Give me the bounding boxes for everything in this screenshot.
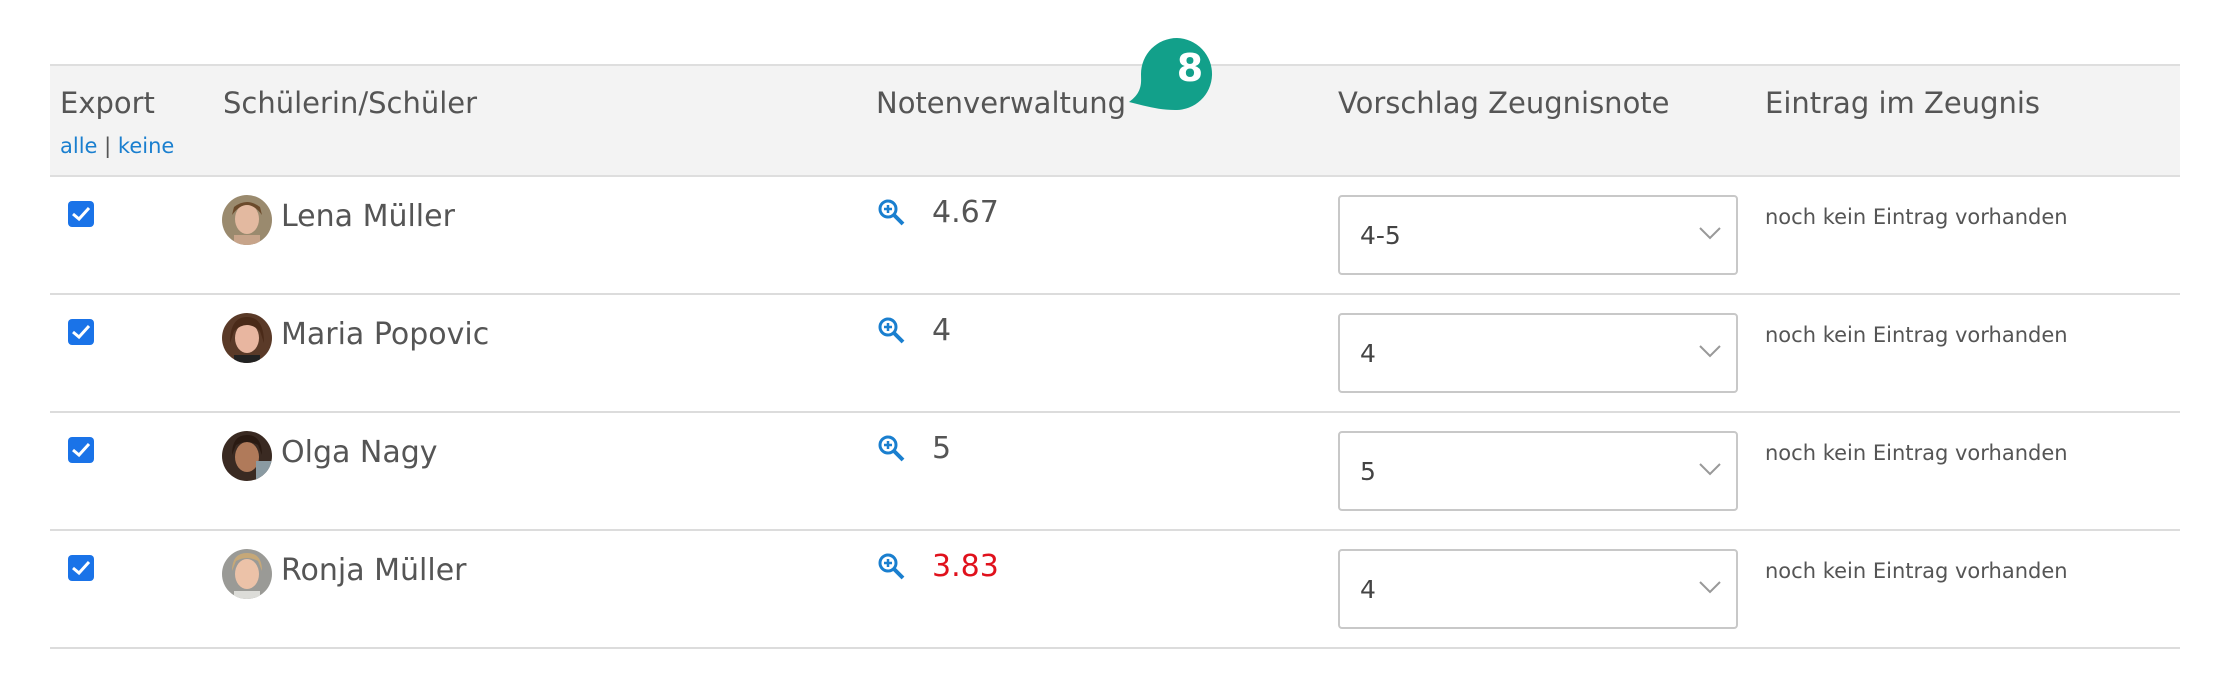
suggestion-select-value: 5 (1360, 457, 1376, 486)
chevron-down-icon (1699, 345, 1721, 358)
column-header-suggestion: Vorschlag Zeugnisnote (1338, 86, 1670, 120)
grade-average: 4.67 (932, 195, 999, 230)
chevron-down-icon (1699, 463, 1721, 476)
export-checkbox[interactable] (68, 319, 94, 345)
checkmark-icon (72, 324, 91, 340)
export-checkbox[interactable] (68, 555, 94, 581)
student-name: Maria Popovic (281, 317, 490, 352)
export-checkbox[interactable] (68, 201, 94, 227)
export-separator: | (104, 134, 112, 158)
grade-average: 3.83 (932, 549, 999, 584)
report-entry: noch kein Eintrag vorhanden (1765, 441, 2068, 465)
export-checkbox[interactable] (68, 437, 94, 463)
report-entry: noch kein Eintrag vorhanden (1765, 559, 2068, 583)
checkmark-icon (72, 206, 91, 222)
column-header-entry: Eintrag im Zeugnis (1765, 86, 2041, 120)
zoom-in-icon[interactable] (876, 315, 906, 345)
student-name: Ronja Müller (281, 553, 467, 588)
table-row: Maria Popovic 4 4 noch kein Eintrag vorh… (50, 295, 2180, 413)
suggestion-select-value: 4 (1360, 575, 1376, 604)
chevron-down-icon (1699, 227, 1721, 240)
column-header-student: Schülerin/Schüler (223, 86, 478, 120)
suggestion-select-value: 4 (1360, 339, 1376, 368)
zoom-in-icon[interactable] (876, 551, 906, 581)
zoom-in-icon[interactable] (876, 433, 906, 463)
avatar (222, 313, 272, 363)
suggestion-select-value: 4-5 (1360, 221, 1401, 250)
student-name: Lena Müller (281, 199, 455, 234)
table-row: Ronja Müller 3.83 4 noch kein Eintrag vo… (50, 531, 2180, 649)
chevron-down-icon (1699, 581, 1721, 594)
grade-average: 5 (932, 431, 952, 466)
avatar (222, 431, 272, 481)
grade-average: 4 (932, 313, 952, 348)
suggestion-select[interactable]: 5 (1338, 431, 1738, 511)
export-select-links: alle | keine (60, 134, 174, 158)
step-badge-number: 8 (1176, 46, 1204, 90)
table-body: Lena Müller 4.67 4-5 noch kein Eintrag v… (50, 177, 2180, 649)
step-badge: 8 (1129, 38, 1215, 110)
table-row: Lena Müller 4.67 4-5 noch kein Eintrag v… (50, 177, 2180, 295)
table-row: Olga Nagy 5 5 noch kein Eintrag vorhande… (50, 413, 2180, 531)
export-select-none-link[interactable]: keine (118, 134, 174, 158)
column-header-grades: Notenverwaltung (876, 86, 1127, 120)
export-select-all-link[interactable]: alle (60, 134, 97, 158)
report-entry: noch kein Eintrag vorhanden (1765, 205, 2068, 229)
avatar (222, 549, 272, 599)
checkmark-icon (72, 442, 91, 458)
grades-table: Export alle | keine Schülerin/Schüler No… (50, 38, 2180, 649)
suggestion-select[interactable]: 4 (1338, 549, 1738, 629)
suggestion-select[interactable]: 4 (1338, 313, 1738, 393)
avatar (222, 195, 272, 245)
zoom-in-icon[interactable] (876, 197, 906, 227)
column-header-export: Export (60, 86, 155, 120)
suggestion-select[interactable]: 4-5 (1338, 195, 1738, 275)
student-name: Olga Nagy (281, 435, 438, 470)
checkmark-icon (72, 560, 91, 576)
report-entry: noch kein Eintrag vorhanden (1765, 323, 2068, 347)
table-header: Export alle | keine Schülerin/Schüler No… (50, 38, 2180, 177)
